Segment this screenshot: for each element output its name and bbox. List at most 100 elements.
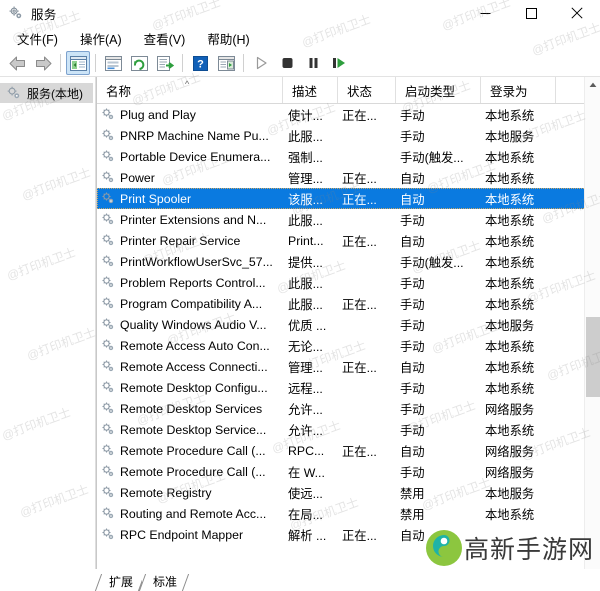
help-button[interactable]: ?	[188, 51, 212, 75]
menu-view[interactable]: 查看(V)	[135, 27, 195, 50]
show-console-tree-button[interactable]	[214, 51, 238, 75]
cell-status: 正在...	[338, 190, 396, 208]
cell-description: 此服...	[283, 274, 338, 292]
cell-log-on-as: 网络服务	[481, 400, 556, 418]
menu-action[interactable]: 操作(A)	[71, 27, 131, 50]
cell-log-on-as: 本地系统	[481, 190, 556, 208]
menu-help[interactable]: 帮助(H)	[198, 27, 258, 50]
service-gear-icon	[101, 233, 116, 248]
service-gear-icon	[101, 464, 116, 479]
table-row[interactable]: Plug and Play使计...正在...手动本地系统	[97, 104, 600, 125]
cell-description: 在局...	[283, 505, 338, 523]
cell-description: 提供...	[283, 253, 338, 271]
window-title: 服务	[31, 4, 56, 23]
sort-ascending-icon: ^	[185, 80, 189, 89]
tab-extended[interactable]: 扩展	[98, 574, 142, 591]
service-name-text: RPC Endpoint Mapper	[120, 528, 243, 542]
cell-description: 此服...	[283, 211, 338, 229]
service-name-text: Portable Device Enumera...	[120, 150, 270, 164]
cell-description: 无论...	[283, 337, 338, 355]
pause-service-button[interactable]	[301, 51, 325, 75]
cell-startup-type: 手动	[396, 127, 481, 145]
tab-label: 扩展	[109, 575, 133, 589]
cell-service-name: Printer Extensions and N...	[97, 212, 283, 227]
service-name-text: Remote Procedure Call (...	[120, 444, 266, 458]
show-hide-tree-button[interactable]	[66, 51, 90, 75]
cell-log-on-as: 网络服务	[481, 442, 556, 460]
table-row[interactable]: Print Spooler该服...正在...自动本地系统	[97, 188, 600, 209]
service-name-text: Printer Extensions and N...	[120, 213, 266, 227]
service-name-text: Remote Access Auto Con...	[120, 339, 270, 353]
cell-description: RPC...	[283, 444, 338, 458]
cell-startup-type: 自动	[396, 442, 481, 460]
service-name-text: Problem Reports Control...	[120, 276, 266, 290]
service-gear-icon	[101, 107, 116, 122]
table-row[interactable]: Power管理...正在...自动本地系统	[97, 167, 600, 188]
table-row[interactable]: Program Compatibility A...此服...正在...手动本地…	[97, 293, 600, 314]
cell-log-on-as: 本地系统	[481, 505, 556, 523]
table-row[interactable]: RPC Endpoint Mapper解析 ...正在...自动	[97, 524, 600, 545]
table-row[interactable]: Routing and Remote Acc...在局...禁用本地系统	[97, 503, 600, 524]
service-gear-icon	[101, 128, 116, 143]
maximize-button[interactable]	[508, 0, 554, 26]
tree-node-services-local[interactable]: 服务(本地)	[0, 83, 93, 103]
service-gear-icon	[101, 422, 116, 437]
table-row[interactable]: Printer Extensions and N...此服...手动本地系统	[97, 209, 600, 230]
scroll-up-arrow-icon[interactable]	[585, 77, 600, 93]
service-name-text: Remote Desktop Configu...	[120, 381, 268, 395]
vertical-scrollbar[interactable]	[584, 77, 600, 569]
scrollbar-thumb[interactable]	[586, 317, 600, 397]
cell-log-on-as: 本地系统	[481, 253, 556, 271]
service-gear-icon	[101, 170, 116, 185]
tab-standard[interactable]: 标准	[142, 574, 186, 591]
close-button[interactable]	[554, 0, 600, 26]
export-list-button[interactable]	[153, 51, 177, 75]
cell-description: Print...	[283, 234, 338, 248]
cell-log-on-as: 本地系统	[481, 169, 556, 187]
minimize-button[interactable]	[462, 0, 508, 26]
table-row[interactable]: Quality Windows Audio V...优质 ...手动本地服务	[97, 314, 600, 335]
cell-service-name: Remote Desktop Service...	[97, 422, 283, 437]
table-row[interactable]: Problem Reports Control...此服...手动本地系统	[97, 272, 600, 293]
refresh-button[interactable]	[127, 51, 151, 75]
forward-button[interactable]	[31, 51, 55, 75]
cell-startup-type: 手动	[396, 400, 481, 418]
table-row[interactable]: PNRP Machine Name Pu...此服...手动本地服务	[97, 125, 600, 146]
table-row[interactable]: Printer Repair ServicePrint...正在...自动本地系…	[97, 230, 600, 251]
column-header-status[interactable]: 状态	[338, 77, 396, 103]
table-row[interactable]: Remote Registry使远...禁用本地服务	[97, 482, 600, 503]
cell-service-name: RPC Endpoint Mapper	[97, 527, 283, 542]
services-window: 服务 文件(F) 操作(A) 查看(V) 帮助(H)	[0, 0, 600, 570]
cell-log-on-as: 本地服务	[481, 127, 556, 145]
column-header-log-on-as[interactable]: 登录为	[481, 77, 556, 103]
back-button[interactable]	[5, 51, 29, 75]
column-header-startup-type[interactable]: 启动类型	[396, 77, 481, 103]
table-row[interactable]: Remote Access Auto Con...无论...手动本地系统	[97, 335, 600, 356]
table-row[interactable]: Remote Desktop Services允许...手动网络服务	[97, 398, 600, 419]
table-row[interactable]: Remote Desktop Configu...远程...手动本地系统	[97, 377, 600, 398]
column-header-name[interactable]: 名称 ^	[97, 77, 283, 103]
properties-button[interactable]	[101, 51, 125, 75]
cell-startup-type: 手动	[396, 274, 481, 292]
start-service-button[interactable]	[249, 51, 273, 75]
restart-service-button[interactable]	[327, 51, 351, 75]
table-row[interactable]: Remote Procedure Call (...RPC...正在...自动网…	[97, 440, 600, 461]
cell-startup-type: 自动	[396, 358, 481, 376]
menu-file[interactable]: 文件(F)	[8, 27, 67, 50]
cell-status: 正在...	[338, 526, 396, 544]
service-name-text: PrintWorkflowUserSvc_57...	[120, 255, 273, 269]
column-header-description[interactable]: 描述	[283, 77, 338, 103]
stop-service-button[interactable]	[275, 51, 299, 75]
service-name-text: Quality Windows Audio V...	[120, 318, 267, 332]
service-gear-icon	[101, 506, 116, 521]
column-header-name-label: 名称	[106, 81, 131, 100]
cell-description: 管理...	[283, 169, 338, 187]
table-row[interactable]: Remote Procedure Call (...在 W...手动网络服务	[97, 461, 600, 482]
table-row[interactable]: PrintWorkflowUserSvc_57...提供...手动(触发...本…	[97, 251, 600, 272]
services-list-rows: Plug and Play使计...正在...手动本地系统PNRP Machin…	[97, 104, 600, 569]
cell-startup-type: 手动	[396, 211, 481, 229]
table-row[interactable]: Remote Access Connecti...管理...正在...自动本地系…	[97, 356, 600, 377]
cell-description: 解析 ...	[283, 526, 338, 544]
table-row[interactable]: Remote Desktop Service...允许...手动本地系统	[97, 419, 600, 440]
table-row[interactable]: Portable Device Enumera...强制...手动(触发...本…	[97, 146, 600, 167]
